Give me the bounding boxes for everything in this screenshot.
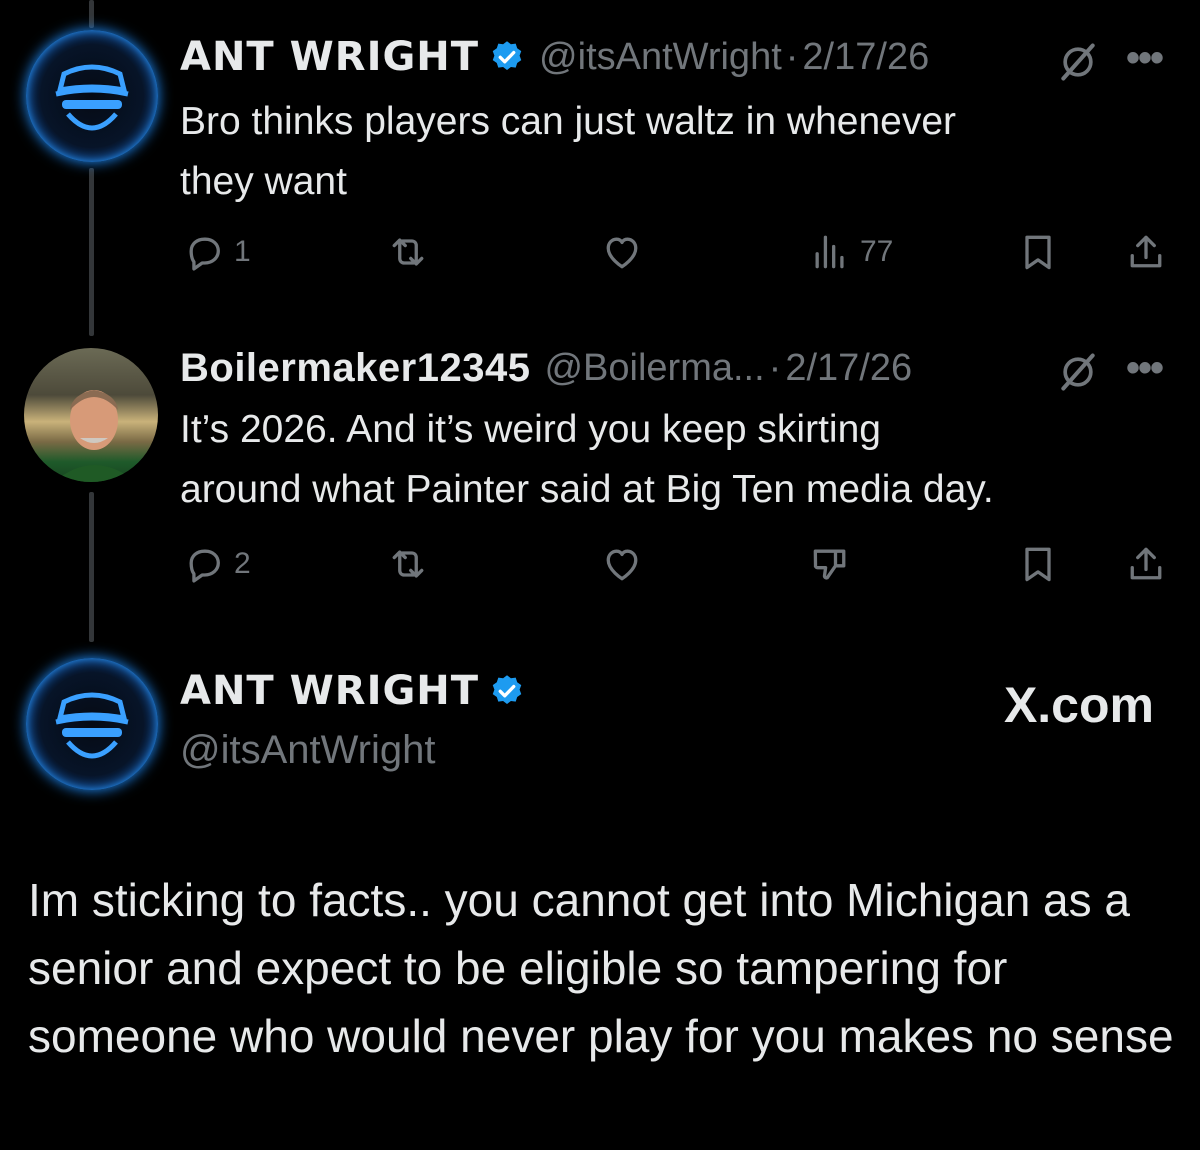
- separator: ·: [768, 347, 782, 389]
- retweet-icon: [392, 550, 424, 578]
- reply-count: 2: [234, 547, 251, 580]
- bookmark-icon: [1025, 547, 1051, 582]
- reply-button[interactable]: 2: [182, 542, 251, 586]
- tweet-text-line: they want: [180, 160, 347, 203]
- x-watermark: X.com: [1003, 677, 1154, 733]
- display-name[interactable]: Boilermaker12345: [180, 346, 530, 391]
- thread-line: [89, 492, 94, 642]
- dislike-icon: [813, 549, 846, 580]
- tweet-text-line: Bro thinks players can just waltz in whe…: [180, 100, 957, 143]
- views-icon: [815, 235, 844, 269]
- bookmark-icon: [1025, 235, 1051, 270]
- handle[interactable]: @Boilerma...: [544, 347, 764, 390]
- avatar[interactable]: [26, 658, 158, 790]
- action-bar: 2: [180, 536, 1170, 596]
- retweet-button[interactable]: [386, 542, 430, 586]
- dislike-button[interactable]: [808, 542, 852, 586]
- profile-photo: [54, 390, 136, 482]
- more-icon[interactable]: •••: [1126, 36, 1164, 81]
- like-icon: [606, 237, 638, 269]
- like-button[interactable]: [600, 230, 644, 274]
- action-bar: 1 77: [180, 224, 1170, 284]
- share-icon: [1130, 547, 1162, 580]
- like-button[interactable]: [600, 542, 644, 586]
- share-button[interactable]: [1124, 542, 1168, 586]
- hooded-figure-logo: [55, 692, 129, 759]
- retweet-button[interactable]: [386, 230, 430, 274]
- reply-button[interactable]: 1: [182, 230, 251, 274]
- share-icon: [1130, 235, 1162, 268]
- views-count: 77: [860, 235, 894, 268]
- bookmark-button[interactable]: [1016, 230, 1060, 274]
- thread-line: [89, 168, 94, 336]
- reply-count: 1: [234, 235, 251, 268]
- bookmark-button[interactable]: [1016, 542, 1060, 586]
- tweet-text-line: It’s 2026. And it’s weird you keep skirt…: [180, 408, 881, 451]
- main-tweet-text: Im sticking to facts.. you cannot get in…: [28, 874, 1174, 1062]
- grok-icon[interactable]: [1056, 350, 1100, 394]
- avatar[interactable]: [26, 30, 158, 162]
- timestamp[interactable]: 2/17/26: [802, 36, 929, 79]
- timestamp[interactable]: 2/17/26: [785, 347, 912, 390]
- handle[interactable]: @itsAntWright: [539, 36, 782, 79]
- separator: ·: [785, 35, 799, 78]
- verified-badge-icon: [492, 41, 522, 71]
- grok-icon[interactable]: [1056, 40, 1100, 84]
- views-button[interactable]: 77: [808, 230, 893, 274]
- display-name[interactable]: ANT WRIGHT: [180, 34, 479, 80]
- avatar[interactable]: [24, 348, 158, 482]
- like-icon: [606, 549, 638, 581]
- share-button[interactable]: [1124, 230, 1168, 274]
- reply-icon: [189, 549, 220, 583]
- thread-line: [89, 0, 94, 28]
- display-name[interactable]: ANT WRIGHT: [180, 668, 479, 714]
- handle[interactable]: @itsAntWright: [180, 728, 436, 773]
- more-icon[interactable]: •••: [1126, 346, 1164, 391]
- retweet-icon: [392, 238, 424, 266]
- reply-icon: [189, 237, 220, 271]
- hooded-figure-logo: [55, 64, 129, 131]
- tweet-text-line: around what Painter said at Big Ten medi…: [180, 468, 994, 511]
- verified-badge-icon: [492, 675, 522, 705]
